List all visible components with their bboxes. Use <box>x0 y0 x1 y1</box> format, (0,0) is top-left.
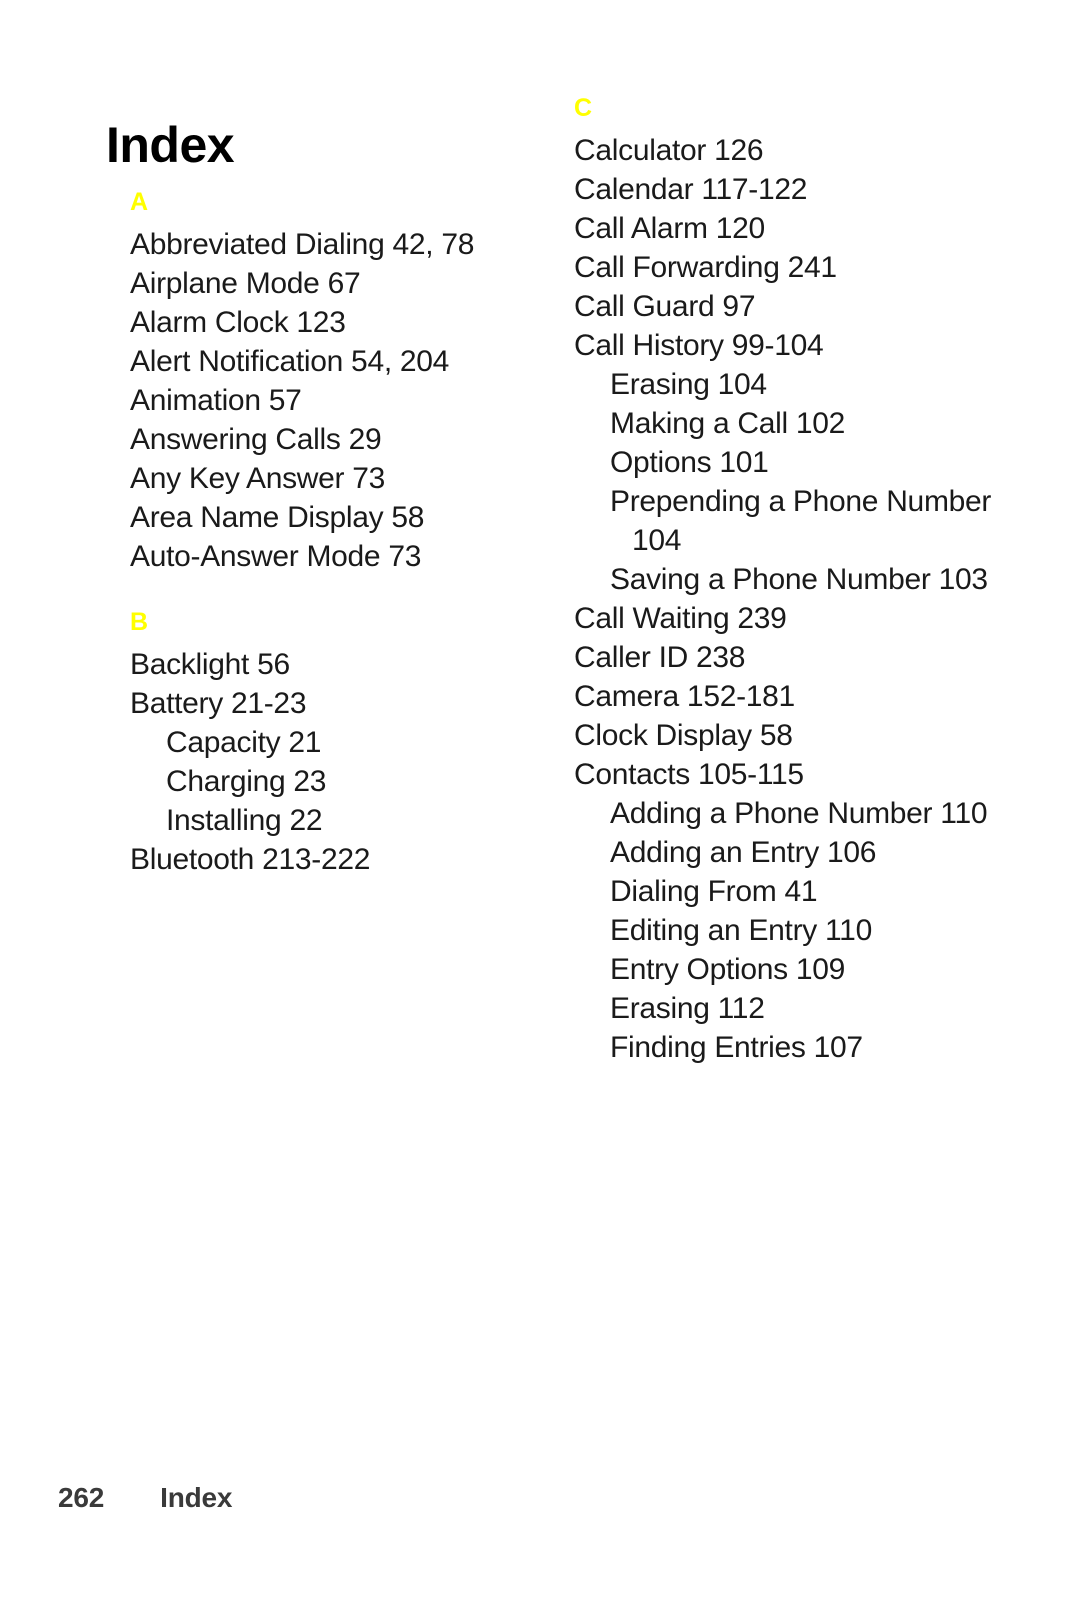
index-entry[interactable]: Call Guard 97 <box>574 287 994 326</box>
page-footer: 262 Index <box>58 1482 232 1514</box>
index-entry[interactable]: Erasing 112 <box>574 989 994 1028</box>
index-entry[interactable]: Auto-Answer Mode 73 <box>130 537 550 576</box>
index-entry[interactable]: Call Waiting 239 <box>574 599 994 638</box>
section-letter: B <box>130 608 149 636</box>
index-entry[interactable]: Area Name Display 58 <box>130 498 550 537</box>
section-letter: A <box>130 188 149 216</box>
index-entry[interactable]: Backlight 56 <box>130 645 550 684</box>
index-entry[interactable]: Answering Calls 29 <box>130 420 550 459</box>
index-entry[interactable]: Installing 22 <box>130 801 550 840</box>
index-entry[interactable]: Battery 21-23 <box>130 684 550 723</box>
index-entry[interactable]: Caller ID 238 <box>574 638 994 677</box>
index-entry[interactable]: Any Key Answer 73 <box>130 459 550 498</box>
column-left-content: A Abbreviated Dialing 42, 78 Airplane Mode… <box>130 0 550 879</box>
index-entry[interactable]: Adding an Entry 106 <box>574 833 994 872</box>
index-entry[interactable]: Animation 57 <box>130 381 550 420</box>
footer-page-number: 262 <box>58 1482 105 1513</box>
index-section-b: B Backlight 56 Battery 21-23 Capacity 21 Cha… <box>130 610 550 879</box>
index-entry[interactable]: Alert Notification 54, 204 <box>130 342 550 381</box>
index-page: Index A Abbreviated Dialing 42, 78 Airplan… <box>0 0 1080 1620</box>
index-entry[interactable]: Making a Call 102 <box>574 404 994 443</box>
index-entry[interactable]: Prepending a Phone Number 104 <box>574 482 994 560</box>
section-letter: C <box>574 94 593 122</box>
index-entry[interactable]: Capacity 21 <box>130 723 550 762</box>
index-entry[interactable]: Call Forwarding 241 <box>574 248 994 287</box>
footer-label: Index <box>160 1482 233 1513</box>
index-entry[interactable]: Charging 23 <box>130 762 550 801</box>
index-entry[interactable]: Contacts 105-115 <box>574 755 994 794</box>
column-right-content: C Calculator 126 Calendar 117-122 Call Alar… <box>574 0 994 1067</box>
index-entry[interactable]: Adding a Phone Number 110 <box>574 794 994 833</box>
index-entry[interactable]: Calendar 117-122 <box>574 170 994 209</box>
index-entry[interactable]: Camera 152-181 <box>574 677 994 716</box>
index-entry[interactable]: Finding Entries 107 <box>574 1028 994 1067</box>
index-section-c: C Calculator 126 Calendar 117-122 Call Alar… <box>574 96 994 1067</box>
index-entry[interactable]: Options 101 <box>574 443 994 482</box>
index-entry[interactable]: Entry Options 109 <box>574 950 994 989</box>
index-entry[interactable]: Abbreviated Dialing 42, 78 <box>130 225 550 264</box>
index-entry[interactable]: Erasing 104 <box>574 365 994 404</box>
index-column-left: A Abbreviated Dialing 42, 78 Airplane Mode… <box>130 0 550 879</box>
index-section-a: A Abbreviated Dialing 42, 78 Airplane Mode… <box>130 190 550 576</box>
index-column-right: C Calculator 126 Calendar 117-122 Call Alar… <box>574 0 994 1067</box>
index-entry[interactable]: Calculator 126 <box>574 131 994 170</box>
index-entry[interactable]: Alarm Clock 123 <box>130 303 550 342</box>
index-entry[interactable]: Call History 99-104 <box>574 326 994 365</box>
index-entry[interactable]: Editing an Entry 110 <box>574 911 994 950</box>
index-entry[interactable]: Dialing From 41 <box>574 872 994 911</box>
index-entry[interactable]: Call Alarm 120 <box>574 209 994 248</box>
index-entry[interactable]: Airplane Mode 67 <box>130 264 550 303</box>
index-entry[interactable]: Bluetooth 213-222 <box>130 840 550 879</box>
index-entry[interactable]: Saving a Phone Number 103 <box>574 560 994 599</box>
index-entry[interactable]: Clock Display 58 <box>574 716 994 755</box>
